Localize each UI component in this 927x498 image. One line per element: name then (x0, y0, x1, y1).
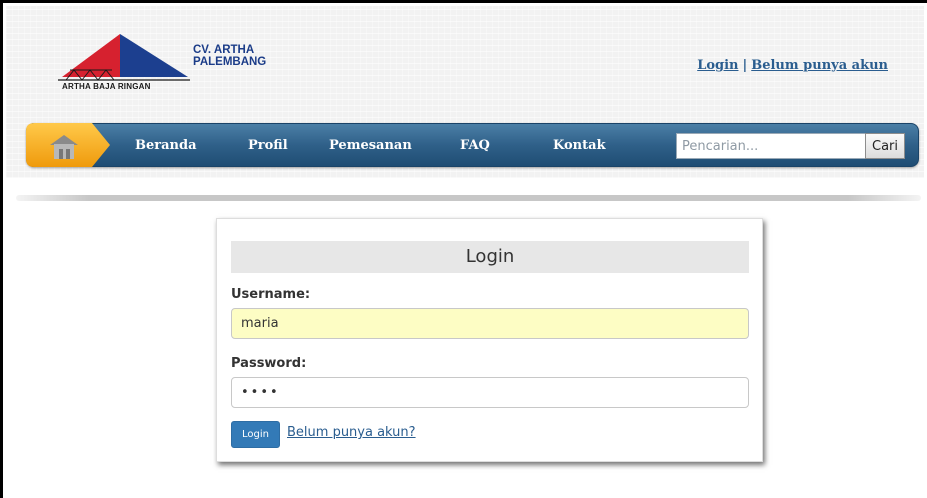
top-register-link[interactable]: Belum punya akun (751, 58, 888, 73)
nav-pemesanan[interactable]: Pemesanan (329, 138, 412, 153)
company-name-line1: CV. ARTHA (193, 44, 255, 56)
nav-beranda[interactable]: Beranda (135, 138, 197, 153)
logo-text: ARTHA BAJA RINGAN (62, 82, 151, 91)
header-divider (16, 195, 921, 201)
username-field[interactable] (231, 308, 749, 339)
search-button[interactable]: Cari (865, 133, 905, 159)
password-label: Password: (231, 356, 307, 371)
home-button[interactable] (26, 123, 111, 167)
main-navbar: Beranda Profil Pemesanan FAQ Kontak Cari (26, 123, 919, 167)
nav-profil[interactable]: Profil (248, 138, 288, 153)
nav-faq[interactable]: FAQ (460, 138, 490, 153)
home-icon (26, 123, 110, 167)
search-input[interactable] (676, 133, 866, 159)
top-links-separator: | (742, 58, 748, 73)
nav-kontak[interactable]: Kontak (553, 138, 606, 153)
company-name: CV. ARTHA PALEMBANG (193, 44, 266, 68)
top-login-link[interactable]: Login (697, 58, 738, 73)
company-name-line2: PALEMBANG (193, 56, 267, 68)
login-title: Login (231, 241, 749, 273)
register-link[interactable]: Belum punya akun? (287, 425, 416, 440)
login-submit-button[interactable]: Login (231, 421, 280, 448)
top-links: Login | Belum punya akun (697, 58, 888, 73)
company-logo[interactable]: ARTHA BAJA RINGAN (54, 32, 204, 96)
password-field[interactable] (231, 377, 749, 408)
username-label: Username: (231, 287, 311, 302)
login-panel: Login Username: Password: Login Belum pu… (216, 218, 763, 462)
